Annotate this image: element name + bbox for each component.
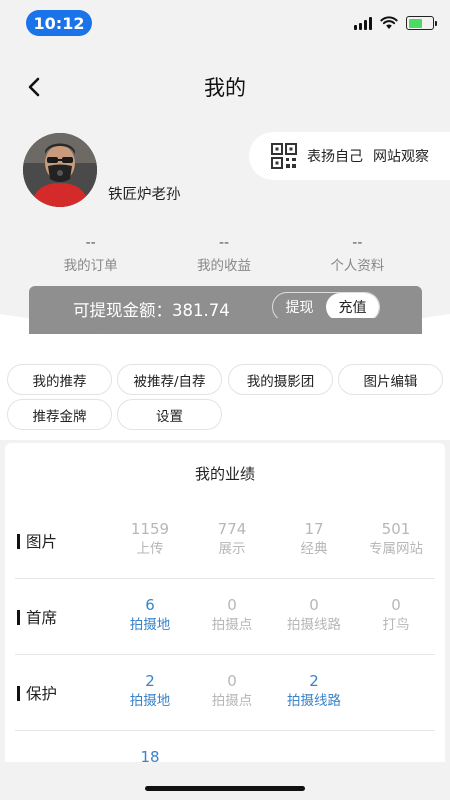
status-bar: 10:12 xyxy=(0,0,450,46)
status-icons xyxy=(354,16,437,30)
home-indicator[interactable] xyxy=(145,786,305,791)
wifi-icon xyxy=(380,16,398,29)
metric-shoot-spot[interactable]: 0 拍摄点 xyxy=(191,671,273,711)
stat-label: 我的收益 xyxy=(196,258,251,274)
chip-recommended-self[interactable]: 被推荐/自荐 xyxy=(117,364,222,395)
row-label: 首席 xyxy=(17,606,57,628)
stat-label: 个人资料 xyxy=(330,258,385,274)
metric-shoot-route[interactable]: 2 拍摄线路 xyxy=(273,671,355,711)
nav-bar: 我的 xyxy=(0,60,450,114)
chip-photo-group[interactable]: 我的摄影团 xyxy=(228,364,333,395)
metric-shoot-location[interactable]: 2 拍摄地 xyxy=(109,671,191,711)
chip-settings[interactable]: 设置 xyxy=(117,399,222,430)
avatar-image xyxy=(23,133,97,207)
chip-image-edit[interactable]: 图片编辑 xyxy=(338,364,443,395)
performance-title: 我的业绩 xyxy=(194,465,255,483)
stat-orders[interactable]: -- 我的订单 xyxy=(24,232,157,274)
row-label: 保护 xyxy=(17,682,57,704)
praise-self-link[interactable]: 表扬自己 xyxy=(307,146,363,166)
profile-stats: -- 我的订单 -- 我的收益 -- 个人资料 xyxy=(24,232,424,274)
stat-value: -- xyxy=(218,235,230,251)
performance-card: 我的业绩 图片 1159 上传 774 展示 17 经典 501 专属网站 首席… xyxy=(5,443,445,773)
metric-shoot-route[interactable]: 0 拍摄线路 xyxy=(273,595,355,635)
metric-shoot-location[interactable]: 6 拍摄地 xyxy=(109,595,191,635)
page-title: 我的 xyxy=(204,76,246,100)
site-observe-link[interactable]: 网站观察 xyxy=(373,146,429,166)
bottom-safe-area xyxy=(0,762,450,800)
performance-row-protection: 保护 2 拍摄地 0 拍摄点 2 拍摄线路 xyxy=(5,655,445,731)
status-time: 10:12 xyxy=(26,10,92,36)
stat-profile[interactable]: -- 个人资料 xyxy=(291,232,424,274)
row-label: 图片 xyxy=(17,530,57,552)
stat-value: -- xyxy=(85,235,96,251)
chip-my-recommendations[interactable]: 我的推荐 xyxy=(7,364,112,395)
chip-gold-medal[interactable]: 推荐金牌 xyxy=(7,399,112,430)
balance-card-curve xyxy=(29,318,422,334)
metric-displayed[interactable]: 774 展示 xyxy=(191,519,273,559)
qr-code-icon[interactable] xyxy=(271,143,297,169)
username: 铁匠炉老孙 xyxy=(108,187,181,203)
battery-icon xyxy=(406,16,437,30)
avatar[interactable] xyxy=(23,133,97,207)
stat-value: -- xyxy=(352,235,363,251)
cellular-signal-icon xyxy=(354,16,372,30)
stat-earnings[interactable]: -- 我的收益 xyxy=(157,232,290,274)
metric-uploads[interactable]: 1159 上传 xyxy=(109,519,191,559)
metric-shoot-spot[interactable]: 0 拍摄点 xyxy=(191,595,273,635)
stat-label: 我的订单 xyxy=(63,258,118,274)
metric-classic[interactable]: 17 经典 xyxy=(273,519,355,559)
performance-row-chief: 首席 6 拍摄地 0 拍摄点 0 拍摄线路 0 打鸟 xyxy=(5,579,445,655)
performance-row-images: 图片 1159 上传 774 展示 17 经典 501 专属网站 xyxy=(5,503,445,579)
metric-exclusive-site[interactable]: 501 专属网站 xyxy=(355,519,437,559)
recharge-button[interactable]: 充值 xyxy=(326,293,379,321)
profile-actions-bar: 表扬自己 网站观察 xyxy=(249,132,450,180)
withdraw-button[interactable]: 提现 xyxy=(273,293,326,321)
metric-birding[interactable]: 0 打鸟 xyxy=(355,595,437,635)
